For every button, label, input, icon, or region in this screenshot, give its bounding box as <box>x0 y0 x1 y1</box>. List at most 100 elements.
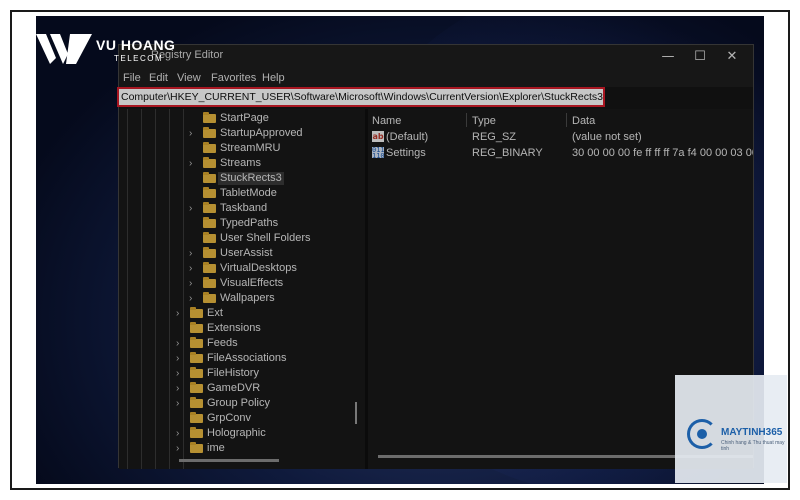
maximize-button[interactable]: ☐ <box>687 47 713 67</box>
folder-icon <box>190 352 203 363</box>
folder-icon <box>203 262 216 273</box>
chevron-right-icon[interactable]: › <box>189 276 199 291</box>
tree-item-label: TypedPaths <box>220 217 279 229</box>
folder-icon <box>190 412 203 423</box>
tree-item-label: Ext <box>207 307 223 319</box>
chevron-right-icon[interactable]: › <box>176 381 186 396</box>
chevron-right-icon[interactable]: › <box>176 396 186 411</box>
folder-icon <box>203 232 216 243</box>
value-data: 30 00 00 00 fe ff ff ff 7a f4 00 00 03 0… <box>572 147 753 159</box>
folder-icon <box>203 172 216 183</box>
folder-icon <box>203 157 216 168</box>
chevron-right-icon[interactable]: › <box>176 366 186 381</box>
tree-guide-line <box>141 109 142 469</box>
title-bar: Registry Editor — ☐ ✕ <box>119 45 753 69</box>
menu-edit[interactable]: Edit <box>149 72 168 84</box>
tree-item-label: User Shell Folders <box>220 232 311 244</box>
tree-item-label: Extensions <box>207 322 261 334</box>
folder-icon <box>203 292 216 303</box>
column-header-name[interactable]: Name <box>372 115 401 127</box>
tree-item-label: Taskband <box>220 202 268 214</box>
minimize-button[interactable]: — <box>655 47 681 67</box>
folder-icon <box>190 307 203 318</box>
chevron-right-icon[interactable]: › <box>176 426 186 441</box>
registry-editor-window: Registry Editor — ☐ ✕ File Edit View Fav… <box>117 44 754 469</box>
chevron-right-icon[interactable]: › <box>189 156 199 171</box>
string-value-icon: ab <box>372 131 384 142</box>
column-header-type[interactable]: Type <box>472 115 496 127</box>
folder-icon <box>190 382 203 393</box>
chevron-right-icon[interactable]: › <box>176 306 186 321</box>
folder-icon <box>190 397 203 408</box>
folder-icon <box>203 187 216 198</box>
vuhoang-v-icon <box>36 34 92 64</box>
tree-item-label: Wallpapers <box>220 292 275 304</box>
folder-icon <box>203 127 216 138</box>
chevron-right-icon[interactable]: › <box>189 246 199 261</box>
maytinh-dot-icon <box>697 429 707 439</box>
maytinh365-watermark-logo: MAYTINH365 Chinh hang & Thu thuat may ti… <box>675 375 787 483</box>
tree-item-label: TabletMode <box>220 187 277 199</box>
column-separator[interactable] <box>566 113 567 127</box>
desktop-background: Registry Editor — ☐ ✕ File Edit View Fav… <box>36 16 764 484</box>
tree-guide-line <box>127 109 128 469</box>
maytinh-brand-tag: Chinh hang & Thu thuat may tinh <box>721 440 785 452</box>
menu-favorites[interactable]: Favorites <box>211 72 256 84</box>
folder-icon <box>203 202 216 213</box>
tree-item-label: Streams <box>220 157 261 169</box>
column-header-data[interactable]: Data <box>572 115 595 127</box>
folder-icon <box>190 442 203 453</box>
key-tree-pane[interactable]: StartPage › StartupApproved StreamMRU › Strea… <box>119 109 365 469</box>
folder-icon <box>203 217 216 228</box>
chevron-right-icon[interactable]: › <box>176 441 186 456</box>
vuhoang-brand-sub: TELECOM <box>114 54 164 63</box>
tree-guide-line <box>155 109 156 469</box>
tree-item-label: Feeds <box>207 337 238 349</box>
tree-guide-lines <box>127 109 187 469</box>
folder-icon <box>203 142 216 153</box>
folder-icon <box>203 112 216 123</box>
value-data: (value not set) <box>572 131 642 143</box>
address-path: Computer\HKEY_CURRENT_USER\Software\Micr… <box>121 91 603 103</box>
tree-item-label: FileAssociations <box>207 352 287 364</box>
tree-guide-line <box>169 109 170 469</box>
tree-item-label: VisualEffects <box>220 277 284 289</box>
binary-value-icon: 011 110 <box>372 147 384 158</box>
menu-bar: File Edit View Favorites Help <box>119 69 753 87</box>
tree-item-label: StartPage <box>220 112 269 124</box>
tree-item-label: ime <box>207 442 225 454</box>
chevron-right-icon[interactable]: › <box>189 291 199 306</box>
chevron-right-icon[interactable]: › <box>176 336 186 351</box>
tree-item-label: StuckRects3 <box>218 172 284 185</box>
tree-item-label: Group Policy <box>207 397 270 409</box>
vuhoang-watermark-logo: VU HOANG TELECOM <box>36 32 176 72</box>
chevron-right-icon[interactable]: › <box>176 351 186 366</box>
pane-splitter-handle[interactable] <box>355 402 357 424</box>
tree-item-label: Holographic <box>207 427 266 439</box>
menu-help[interactable]: Help <box>262 72 285 84</box>
close-button[interactable]: ✕ <box>719 47 745 67</box>
tree-item-label: GameDVR <box>207 382 261 394</box>
tree-item-label: FileHistory <box>207 367 259 379</box>
value-type: REG_BINARY <box>472 147 543 159</box>
tree-horizontal-scrollbar[interactable] <box>179 459 279 462</box>
address-bar[interactable]: Computer\HKEY_CURRENT_USER\Software\Micr… <box>117 87 605 107</box>
chevron-right-icon[interactable]: › <box>189 126 199 141</box>
chevron-right-icon[interactable]: › <box>189 261 199 276</box>
tree-item-label: StartupApproved <box>220 127 303 139</box>
folder-icon <box>190 337 203 348</box>
folder-icon <box>190 322 203 333</box>
tree-item-label: GrpConv <box>207 412 252 424</box>
menu-file[interactable]: File <box>123 72 141 84</box>
chevron-right-icon[interactable]: › <box>189 201 199 216</box>
tree-item-label: VirtualDesktops <box>220 262 297 274</box>
menu-view[interactable]: View <box>177 72 201 84</box>
folder-icon <box>190 427 203 438</box>
folder-icon <box>203 247 216 258</box>
maytinh-brand-name: MAYTINH365 <box>721 427 783 438</box>
folder-icon <box>203 277 216 288</box>
value-type: REG_SZ <box>472 131 517 143</box>
folder-icon <box>190 367 203 378</box>
value-name: Settings <box>386 147 426 159</box>
column-separator[interactable] <box>466 113 467 127</box>
